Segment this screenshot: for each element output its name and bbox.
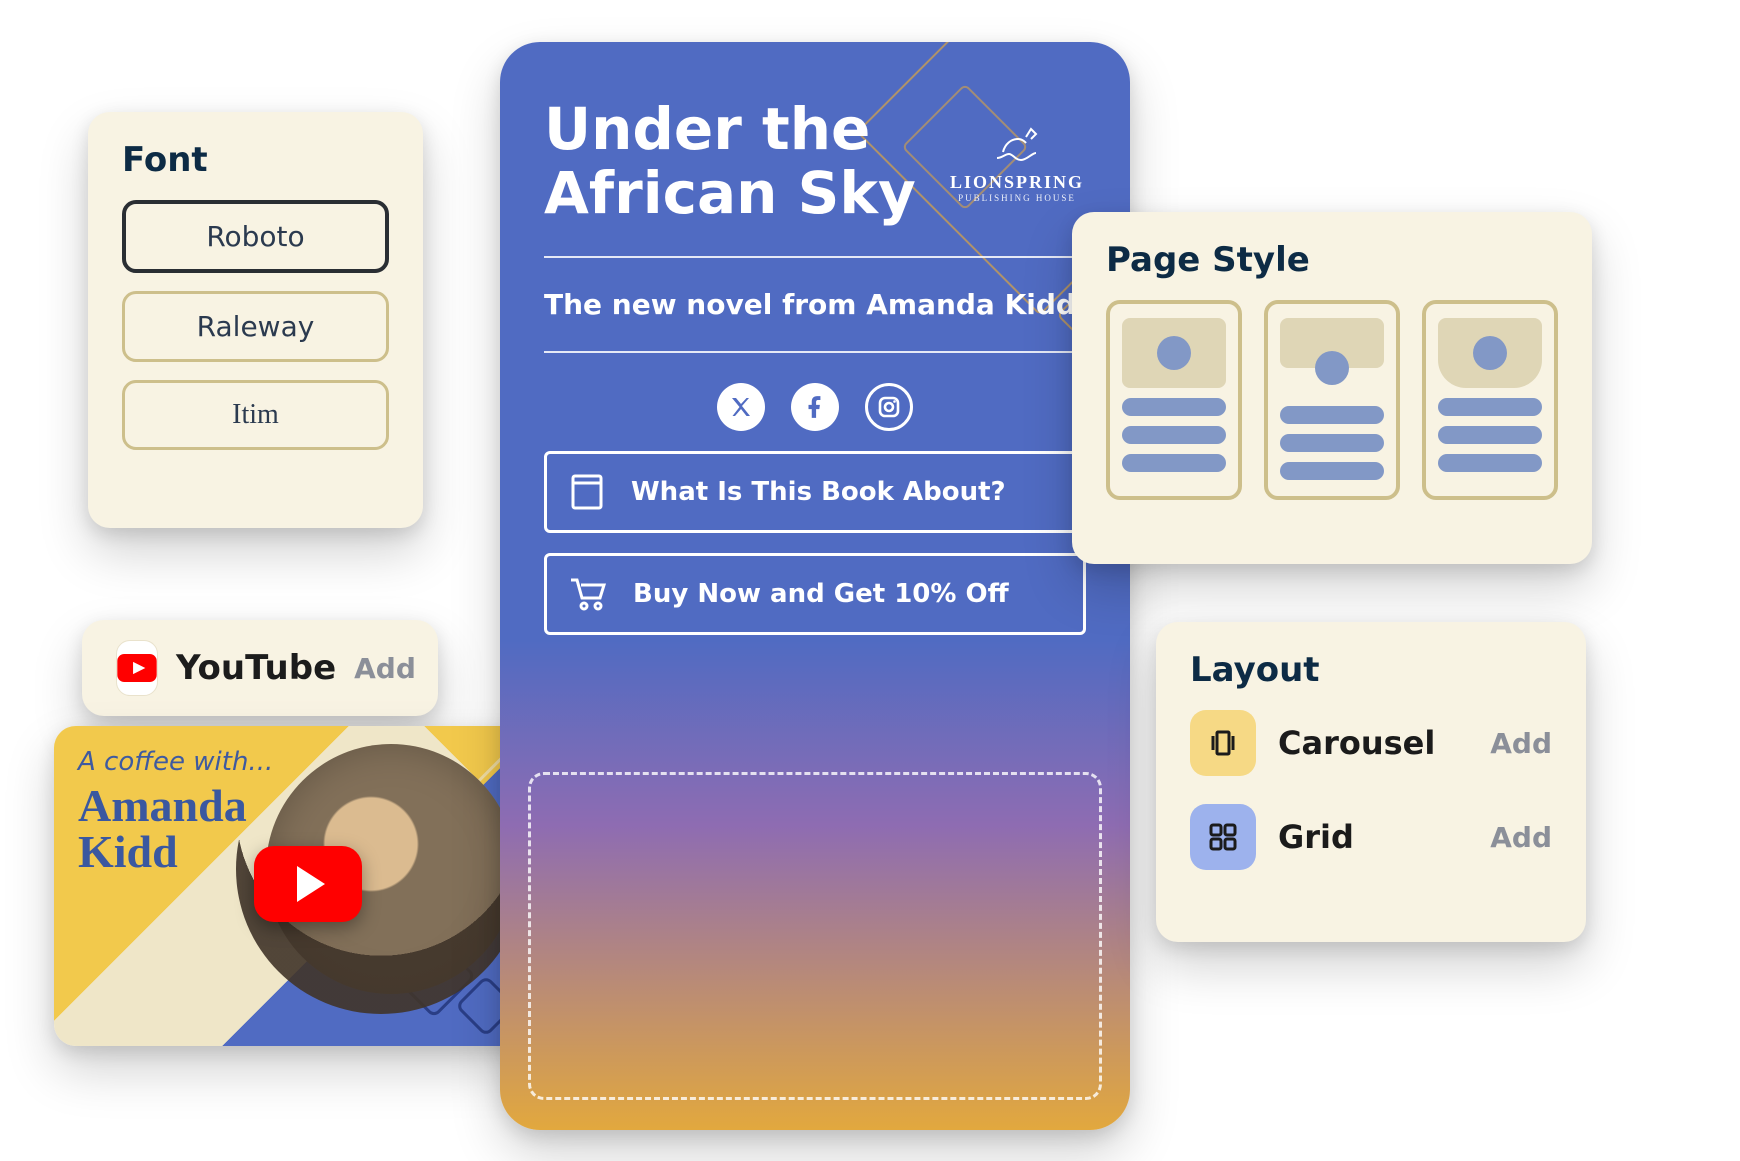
carousel-icon	[1190, 710, 1256, 776]
layout-option-grid: Grid Add	[1190, 804, 1552, 870]
youtube-add-button[interactable]: Add	[354, 652, 416, 685]
page-title: Under theAfrican Sky	[544, 98, 1086, 226]
font-panel-title: Font	[122, 140, 389, 180]
link-label: What Is This Book About?	[631, 477, 1006, 507]
page-style-template-c[interactable]	[1422, 300, 1558, 500]
book-icon	[567, 472, 607, 512]
font-option-label: Roboto	[206, 220, 304, 253]
font-option-roboto[interactable]: Roboto	[122, 200, 389, 273]
layout-option-label: Grid	[1278, 818, 1468, 856]
avatar-dot-icon	[1157, 336, 1191, 370]
link-page-preview: LIONSPRING PUBLISHING HOUSE Under theAfr…	[500, 42, 1130, 1130]
font-option-itim[interactable]: Itim	[122, 380, 389, 450]
divider	[544, 256, 1086, 258]
grid-icon	[1190, 804, 1256, 870]
link-label: Buy Now and Get 10% Off	[633, 579, 1009, 609]
video-thumbnail-card[interactable]: A coffee with... AmandaKidd	[54, 726, 576, 1046]
page-style-template-b[interactable]	[1264, 300, 1400, 500]
page-style-template-a[interactable]	[1106, 300, 1242, 500]
facebook-icon[interactable]	[791, 383, 839, 431]
page-subtitle: The new novel from Amanda Kidd	[544, 288, 1086, 321]
layout-add-button[interactable]: Add	[1490, 727, 1552, 760]
font-panel: Font Roboto Raleway Itim	[88, 112, 423, 528]
x-icon[interactable]	[717, 383, 765, 431]
font-option-label: Raleway	[197, 310, 315, 343]
layout-panel-title: Layout	[1190, 650, 1552, 690]
layout-option-carousel: Carousel Add	[1190, 710, 1552, 776]
video-guest-name: AmandaKidd	[78, 783, 273, 875]
avatar-dot-icon	[1473, 336, 1507, 370]
layout-add-button[interactable]: Add	[1490, 821, 1552, 854]
social-row	[544, 383, 1086, 431]
instagram-icon[interactable]	[865, 383, 913, 431]
font-option-label: Itim	[232, 399, 279, 430]
page-style-title: Page Style	[1106, 240, 1558, 280]
cart-icon	[567, 574, 609, 614]
youtube-logo-icon	[116, 640, 158, 696]
font-option-raleway[interactable]: Raleway	[122, 291, 389, 362]
divider	[544, 351, 1086, 353]
drop-zone-placeholder[interactable]	[528, 772, 1102, 1100]
play-icon[interactable]	[254, 846, 362, 922]
page-style-panel: Page Style	[1072, 212, 1592, 564]
layout-option-label: Carousel	[1278, 724, 1468, 762]
video-overline: A coffee with...	[78, 748, 273, 777]
layout-panel: Layout Carousel Add Grid Add	[1156, 622, 1586, 942]
link-buy-button[interactable]: Buy Now and Get 10% Off	[544, 553, 1086, 635]
youtube-widget-card: YouTube Add	[82, 620, 438, 716]
youtube-label: YouTube	[176, 648, 336, 688]
avatar-dot-icon	[1315, 351, 1349, 385]
link-about-button[interactable]: What Is This Book About?	[544, 451, 1086, 533]
